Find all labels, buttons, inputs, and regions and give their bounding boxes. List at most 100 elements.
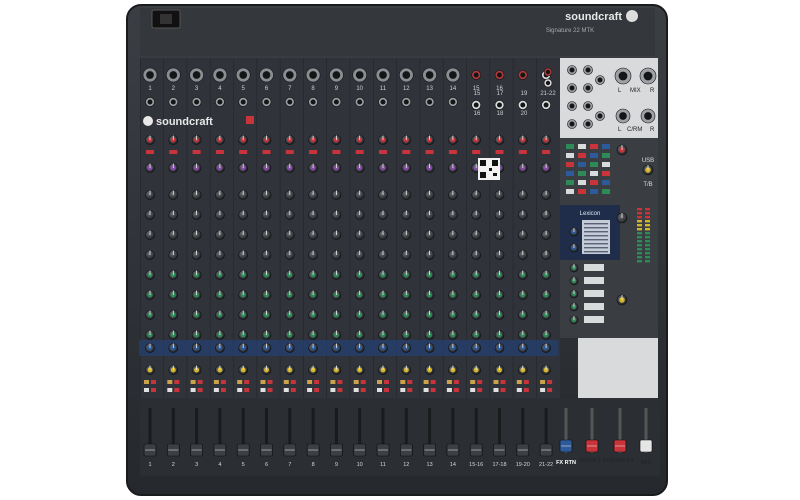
gain-knob[interactable] (308, 135, 318, 145)
solo-button[interactable] (407, 380, 413, 384)
master-routing-button[interactable] (566, 153, 574, 158)
aux-send-3-knob[interactable] (191, 310, 202, 320)
master-io-jack[interactable] (583, 65, 593, 75)
eq-mid-freq-knob[interactable] (541, 210, 551, 220)
pfl-button[interactable] (384, 388, 389, 392)
aux-send-3-knob[interactable] (238, 310, 248, 320)
eq-mid-gain-knob[interactable] (471, 230, 482, 240)
aux-send-2-knob[interactable] (284, 290, 295, 300)
solo-button[interactable] (267, 380, 273, 384)
master-io-jack[interactable] (583, 83, 593, 93)
aux-send-3-knob[interactable] (331, 310, 342, 320)
group-button[interactable] (377, 388, 382, 392)
group-button[interactable] (493, 388, 499, 392)
aux-send-3-knob[interactable] (378, 310, 388, 320)
gain-knob[interactable] (215, 135, 225, 145)
mute-button[interactable] (540, 380, 546, 384)
hpf-button[interactable] (309, 150, 318, 154)
pan-knob[interactable] (448, 365, 458, 375)
gain-knob[interactable] (448, 135, 458, 145)
eq-low-knob[interactable] (238, 250, 248, 260)
line-input-jack[interactable] (261, 97, 272, 107)
aux-master-buttons[interactable] (584, 290, 604, 297)
phones-level-knob[interactable] (616, 294, 628, 306)
group-button[interactable] (144, 388, 149, 392)
aux-send-1-knob[interactable] (517, 270, 528, 280)
aux-send-4-knob[interactable] (517, 330, 528, 340)
eq-mid-gain-knob[interactable] (494, 230, 505, 240)
xlr-input-jack[interactable] (235, 67, 251, 83)
master-io-jack[interactable] (567, 119, 577, 129)
eq-mid-gain-knob[interactable] (191, 230, 202, 240)
xlr-input-jack[interactable] (166, 67, 181, 83)
eq-low-knob[interactable] (471, 250, 482, 260)
eq-low-knob[interactable] (448, 250, 458, 260)
aux-send-4-knob[interactable] (215, 330, 225, 340)
aux-send-2-knob[interactable] (238, 290, 248, 300)
mute-button[interactable] (190, 380, 196, 384)
stereo-jack-left[interactable] (517, 70, 528, 80)
pan-knob[interactable] (261, 365, 272, 375)
eq-mid-gain-knob[interactable] (401, 230, 412, 240)
compressor-knob[interactable] (238, 163, 248, 173)
aux-send-1-knob[interactable] (354, 270, 365, 280)
stereo-jack-left[interactable] (494, 70, 505, 80)
pan-knob[interactable] (168, 365, 179, 375)
master-routing-button[interactable] (602, 180, 610, 185)
master-routing-button[interactable] (578, 180, 586, 185)
aux-send-1-knob[interactable] (331, 270, 342, 280)
solo-button[interactable] (500, 380, 506, 384)
line-input-jack[interactable] (191, 97, 202, 107)
aux-send-2-knob[interactable] (401, 290, 412, 300)
pan-knob[interactable] (238, 365, 248, 375)
aux-send-1-knob[interactable] (448, 270, 458, 280)
master-io-jack[interactable] (583, 119, 593, 129)
eq-low-knob[interactable] (331, 250, 342, 260)
aux-send-1-knob[interactable] (378, 270, 388, 280)
eq-high-knob[interactable] (541, 190, 551, 200)
stereo-jack-right[interactable] (517, 100, 528, 110)
eq-mid-freq-knob[interactable] (331, 210, 342, 220)
eq-mid-gain-knob[interactable] (261, 230, 272, 240)
aux-send-4-knob[interactable] (448, 330, 458, 340)
eq-mid-gain-knob[interactable] (448, 230, 458, 240)
eq-mid-freq-knob[interactable] (145, 210, 155, 220)
mute-button[interactable] (377, 380, 382, 384)
pfl-button[interactable] (407, 388, 413, 392)
line-input-jack[interactable] (145, 97, 155, 107)
eq-high-knob[interactable] (424, 190, 435, 200)
pfl-button[interactable] (453, 388, 459, 392)
gain-knob[interactable] (378, 135, 388, 145)
eq-mid-freq-knob[interactable] (238, 210, 248, 220)
aux-master-knob[interactable] (569, 315, 579, 325)
aux-send-1-knob[interactable] (191, 270, 202, 280)
aux-send-4-knob[interactable] (331, 330, 342, 340)
master-io-jack[interactable] (567, 101, 577, 111)
master-routing-button[interactable] (590, 162, 598, 167)
eq-mid-freq-knob[interactable] (354, 210, 365, 220)
aux-send-2-knob[interactable] (308, 290, 318, 300)
aux-send-1-knob[interactable] (145, 270, 155, 280)
master-routing-button[interactable] (566, 171, 574, 176)
hpf-button[interactable] (518, 150, 527, 154)
aux-send-1-knob[interactable] (261, 270, 272, 280)
xlr-input-jack[interactable] (212, 67, 228, 83)
aux-send-2-knob[interactable] (145, 290, 155, 300)
aux-send-3-knob[interactable] (354, 310, 365, 320)
eq-low-knob[interactable] (354, 250, 365, 260)
compressor-knob[interactable] (541, 163, 551, 173)
aux-master-knob[interactable] (569, 276, 579, 286)
solo-button[interactable] (453, 380, 459, 384)
line-input-jack[interactable] (215, 97, 225, 107)
compressor-knob[interactable] (401, 163, 412, 173)
eq-high-knob[interactable] (378, 190, 388, 200)
solo-button[interactable] (547, 380, 553, 384)
line-input-jack[interactable] (331, 97, 342, 107)
master-routing-button[interactable] (566, 189, 574, 194)
xlr-input-jack[interactable] (259, 67, 274, 83)
group-button[interactable] (516, 388, 522, 392)
eq-high-knob[interactable] (284, 190, 295, 200)
solo-button[interactable] (384, 380, 389, 384)
pan-knob[interactable] (378, 365, 388, 375)
crm-out-left-jack[interactable] (615, 108, 631, 124)
